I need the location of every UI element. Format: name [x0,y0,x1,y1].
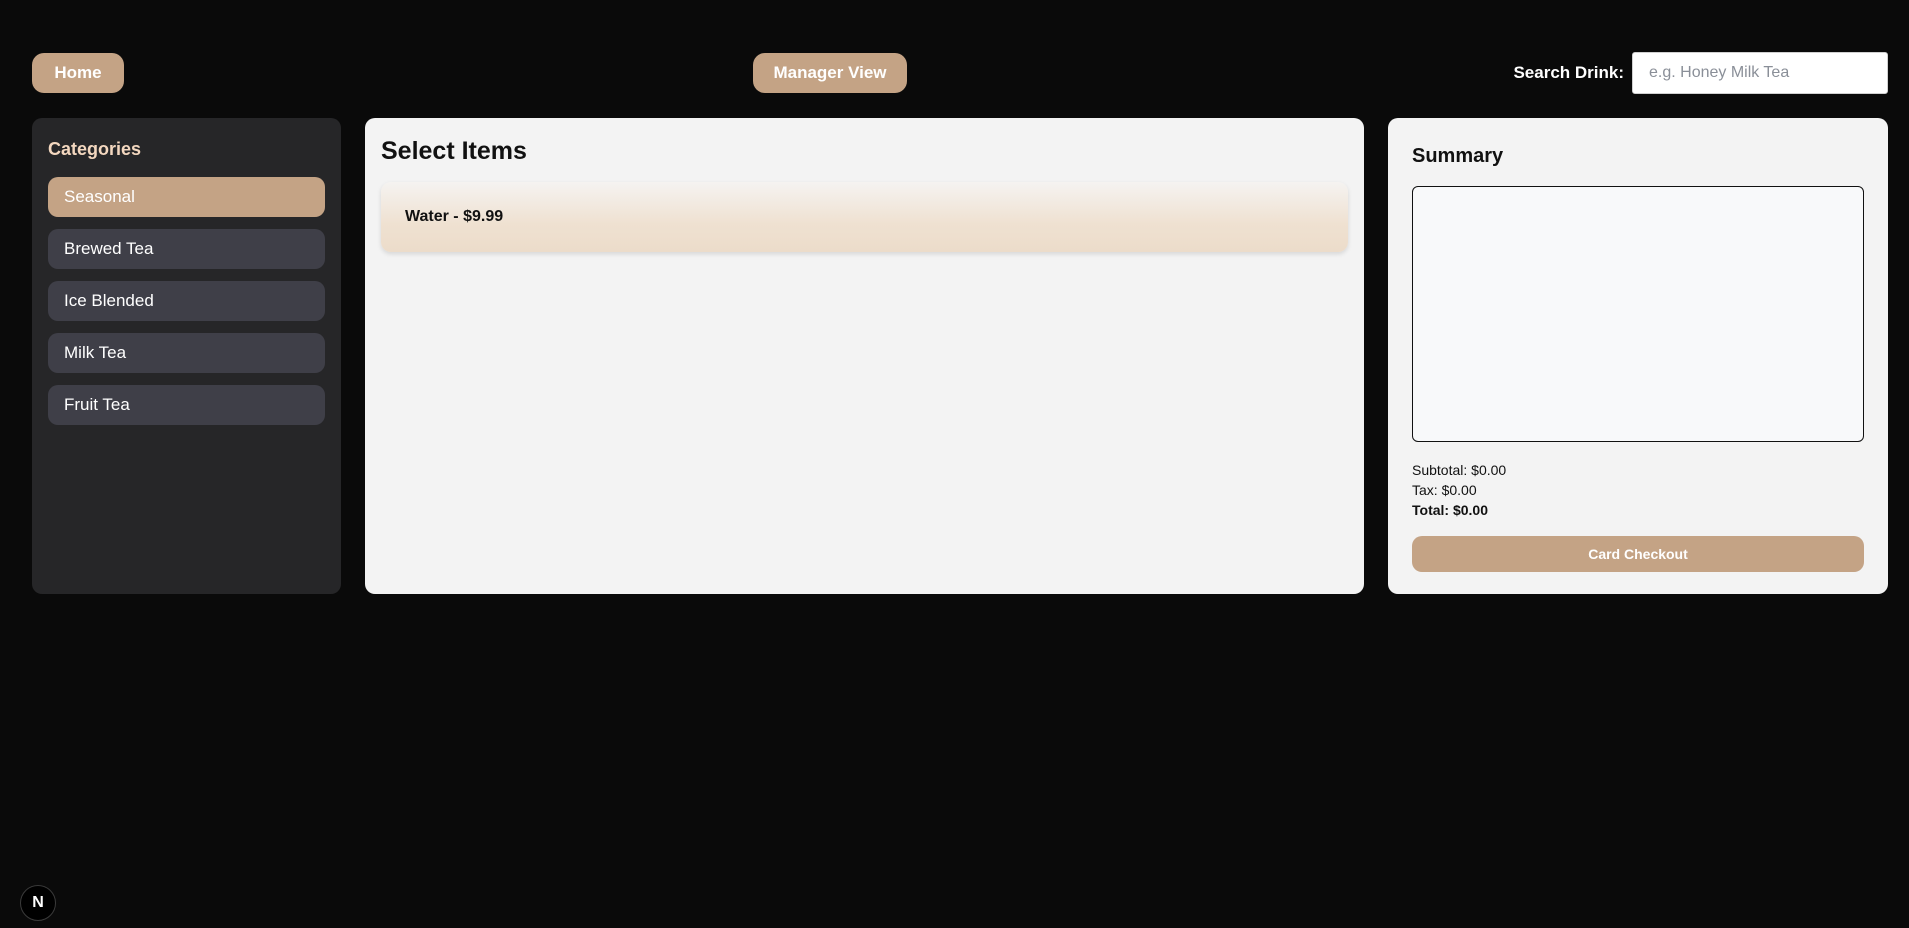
search-drink-label: Search Drink: [1513,63,1624,82]
categories-sidebar: Categories Seasonal Brewed Tea Ice Blend… [32,118,341,594]
category-milk-tea[interactable]: Milk Tea [48,333,325,373]
top-bar: Home Manager View Search Drink: [0,0,1909,110]
card-checkout-button[interactable]: Card Checkout [1412,536,1864,572]
nextjs-logo-icon[interactable]: N [20,885,56,921]
select-items-panel: Select Items Water - $9.99 [365,118,1364,594]
search-drink-input[interactable] [1632,52,1888,94]
tax-text: Tax: $0.00 [1412,482,1477,498]
category-brewed-tea[interactable]: Brewed Tea [48,229,325,269]
summary-panel: Summary Subtotal: $0.00 Tax: $0.00 Total… [1388,118,1888,594]
category-seasonal[interactable]: Seasonal [48,177,325,217]
order-summary-list [1412,186,1864,442]
category-fruit-tea[interactable]: Fruit Tea [48,385,325,425]
menu-item-card[interactable]: Water - $9.99 [381,182,1348,252]
home-button[interactable]: Home [32,53,124,93]
menu-item-label: Water - $9.99 [405,208,504,225]
manager-view-button[interactable]: Manager View [753,53,907,93]
summary-title: Summary [1412,145,1504,167]
total-text: Total: $0.00 [1412,502,1488,518]
select-items-title: Select Items [381,137,527,165]
category-ice-blended[interactable]: Ice Blended [48,281,325,321]
categories-title: Categories [48,139,142,159]
subtotal-text: Subtotal: $0.00 [1412,462,1507,478]
dev-indicator-letter: N [32,894,44,911]
